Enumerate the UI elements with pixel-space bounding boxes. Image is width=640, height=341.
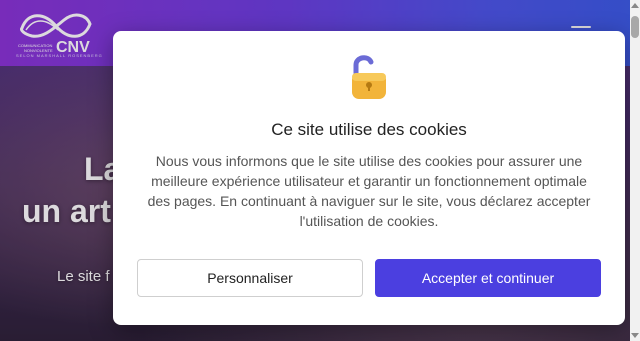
accept-continue-button[interactable]: Accepter et continuer <box>375 259 601 297</box>
cookie-dialog-title: Ce site utilise des cookies <box>271 120 467 139</box>
cookie-dialog-body: Nous vous informons que le site utilise … <box>147 153 591 229</box>
scrollbar-thumb[interactable] <box>631 16 639 38</box>
cookie-consent-dialog: Ce site utilise des cookies Nous vous in… <box>113 31 625 325</box>
scroll-up-arrow-icon[interactable] <box>631 3 639 8</box>
customize-button[interactable]: Personnaliser <box>137 259 363 297</box>
page-scrollbar[interactable] <box>630 0 640 341</box>
lock-open-icon <box>352 55 386 99</box>
scroll-down-arrow-icon[interactable] <box>631 333 639 338</box>
